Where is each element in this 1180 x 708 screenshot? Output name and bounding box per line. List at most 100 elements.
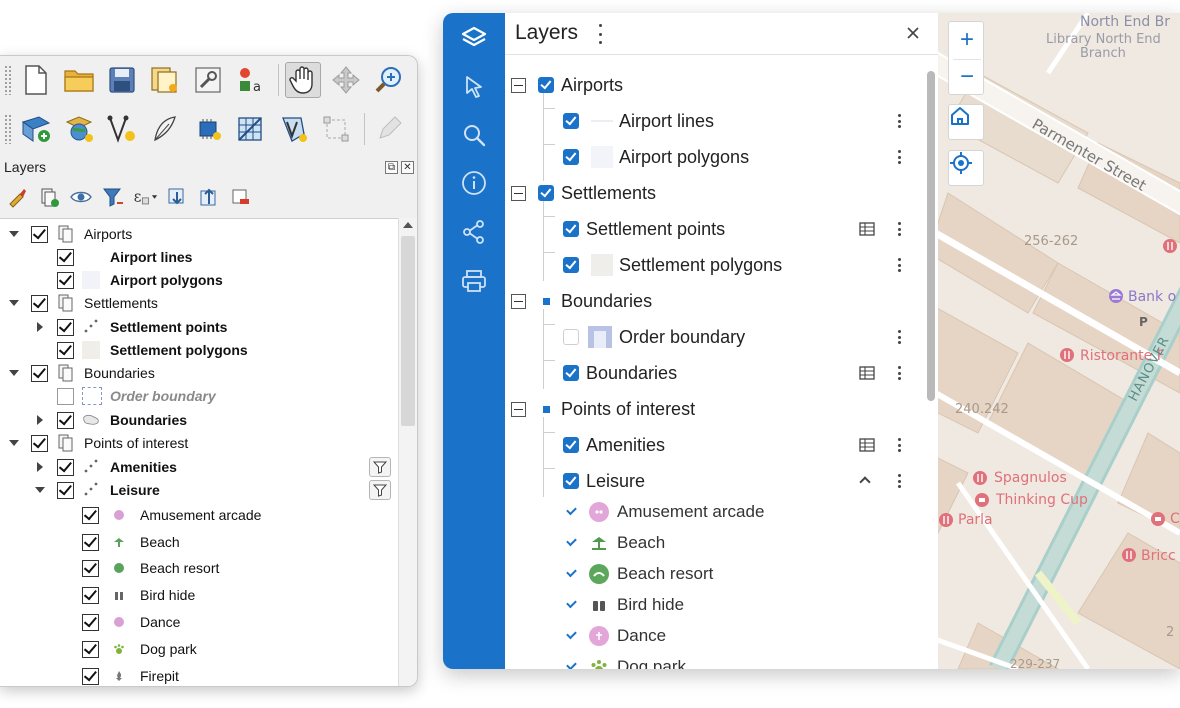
- tree-category-dog-park[interactable]: Dog park: [0, 638, 398, 660]
- filter-expression-button[interactable]: ε: [132, 184, 158, 210]
- web-layer-amenities[interactable]: Amenities: [505, 428, 925, 462]
- add-feature-button[interactable]: [147, 111, 183, 147]
- layer-checkbox[interactable]: [31, 364, 48, 382]
- locate-button[interactable]: [948, 150, 984, 186]
- digitize-vertex-button[interactable]: [104, 111, 140, 147]
- web-layer-airport-polygons[interactable]: Airport polygons: [505, 140, 925, 174]
- layer-menu-button[interactable]: [897, 114, 901, 128]
- layer-filter-button[interactable]: [369, 480, 391, 500]
- edit-pen-button[interactable]: [371, 111, 407, 147]
- toolbar-grip[interactable]: [4, 114, 12, 144]
- grid-layer-button[interactable]: [233, 111, 269, 147]
- category-checkbox[interactable]: [82, 667, 99, 685]
- web-category-dog-park[interactable]: Dog park: [505, 650, 925, 669]
- layer-checkbox[interactable]: [563, 329, 579, 345]
- layer-checkbox[interactable]: [563, 149, 579, 165]
- check-icon[interactable]: [566, 535, 577, 547]
- add-group-button[interactable]: [36, 184, 62, 210]
- tree-layer-airport-lines[interactable]: Airport lines: [0, 246, 398, 268]
- home-button[interactable]: [948, 104, 984, 140]
- layer-filter-button[interactable]: [369, 457, 391, 477]
- web-group-settlements[interactable]: Settlements: [505, 176, 925, 210]
- check-icon[interactable]: [566, 566, 577, 578]
- category-checkbox[interactable]: [82, 533, 99, 551]
- processing-button[interactable]: [190, 111, 226, 147]
- layer-menu-button[interactable]: [897, 222, 901, 236]
- layer-checkbox[interactable]: [57, 318, 74, 336]
- layer-checkbox[interactable]: [57, 481, 74, 499]
- tree-group-boundaries[interactable]: Boundaries: [0, 362, 398, 384]
- layer-menu-button[interactable]: [897, 258, 901, 272]
- layer-menu-button[interactable]: [897, 438, 901, 452]
- layer-tree-scrollbar[interactable]: [398, 218, 417, 686]
- tree-group-airports[interactable]: Airports: [0, 223, 398, 245]
- check-icon[interactable]: [566, 504, 577, 516]
- tree-layer-settlement-polygons[interactable]: Settlement polygons: [0, 339, 398, 361]
- dock-close-button[interactable]: ✕: [401, 160, 414, 174]
- save-project-button[interactable]: [104, 62, 140, 98]
- tree-layer-order-boundary[interactable]: Order boundary: [0, 385, 398, 407]
- chevron-up-icon[interactable]: [859, 476, 871, 488]
- web-layer-airport-lines[interactable]: Airport lines: [505, 104, 925, 138]
- new-project-button[interactable]: [18, 62, 54, 98]
- expand-arrow[interactable]: [37, 462, 43, 472]
- info-tool-button[interactable]: [456, 165, 492, 201]
- select-tool-button[interactable]: [456, 69, 492, 105]
- category-checkbox[interactable]: [82, 586, 99, 604]
- tree-group-settlements[interactable]: Settlements: [0, 292, 398, 314]
- tree-category-beach-resort[interactable]: Beach resort: [0, 557, 398, 579]
- remove-layer-button[interactable]: [228, 184, 254, 210]
- scroll-thumb[interactable]: [401, 236, 415, 426]
- layer-checkbox[interactable]: [57, 387, 74, 405]
- map-view[interactable]: + − North End Br Library North End Branc…: [938, 13, 1180, 669]
- tree-category-bird-hide[interactable]: Bird hide: [0, 584, 398, 606]
- web-layer-settlement-points[interactable]: Settlement points: [505, 212, 925, 246]
- layer-checkbox[interactable]: [563, 113, 579, 129]
- polygon-vertex-button[interactable]: [276, 111, 312, 147]
- layer-menu-button[interactable]: [897, 474, 901, 488]
- layer-checkbox[interactable]: [563, 221, 579, 237]
- zoom-in-button[interactable]: +: [949, 22, 985, 58]
- attribute-table-icon[interactable]: [859, 366, 875, 380]
- layer-checkbox[interactable]: [57, 341, 74, 359]
- web-layer-leisure[interactable]: Leisure: [505, 464, 925, 498]
- layer-checkbox[interactable]: [563, 365, 579, 381]
- collapse-arrow[interactable]: [9, 231, 19, 237]
- check-icon[interactable]: [566, 659, 577, 669]
- layer-checkbox[interactable]: [57, 271, 74, 289]
- check-icon[interactable]: [566, 597, 577, 609]
- style-manager-button[interactable]: a: [233, 62, 269, 98]
- web-category-dance[interactable]: Dance: [505, 619, 925, 653]
- dock-float-button[interactable]: ⧉: [385, 160, 398, 174]
- layer-checkbox-partial[interactable]: [538, 401, 554, 417]
- web-category-beach-resort[interactable]: Beach resort: [505, 557, 925, 591]
- layer-checkbox[interactable]: [538, 185, 554, 201]
- layers-tool-button[interactable]: [456, 20, 492, 56]
- layer-checkbox[interactable]: [563, 257, 579, 273]
- layer-checkbox[interactable]: [538, 77, 554, 93]
- tree-category-amusement-arcade[interactable]: Amusement arcade: [0, 504, 398, 526]
- layer-checkbox[interactable]: [31, 225, 48, 243]
- project-properties-button[interactable]: [190, 62, 226, 98]
- share-tool-button[interactable]: [456, 214, 492, 250]
- category-checkbox[interactable]: [82, 640, 99, 658]
- web-group-airports[interactable]: Airports: [505, 68, 925, 102]
- tree-layer-airport-polygons[interactable]: Airport polygons: [0, 269, 398, 291]
- collapse-arrow[interactable]: [35, 487, 45, 493]
- save-as-button[interactable]: [147, 62, 183, 98]
- pan-map-button[interactable]: [285, 62, 321, 98]
- add-wms-button[interactable]: [61, 111, 97, 147]
- web-category-beach[interactable]: Beach: [505, 526, 925, 560]
- layer-checkbox[interactable]: [31, 434, 48, 452]
- collapse-toggle[interactable]: [511, 77, 526, 93]
- tree-category-firepit[interactable]: Firepit: [0, 665, 398, 686]
- close-icon[interactable]: [903, 23, 923, 43]
- layer-checkbox[interactable]: [31, 294, 48, 312]
- category-checkbox[interactable]: [82, 613, 99, 631]
- layer-checkbox-partial[interactable]: [538, 293, 554, 309]
- collapse-arrow[interactable]: [9, 440, 19, 446]
- layer-checkbox[interactable]: [563, 437, 579, 453]
- search-tool-button[interactable]: [456, 117, 492, 153]
- style-layer-button[interactable]: [4, 184, 30, 210]
- tree-category-beach[interactable]: Beach: [0, 531, 398, 553]
